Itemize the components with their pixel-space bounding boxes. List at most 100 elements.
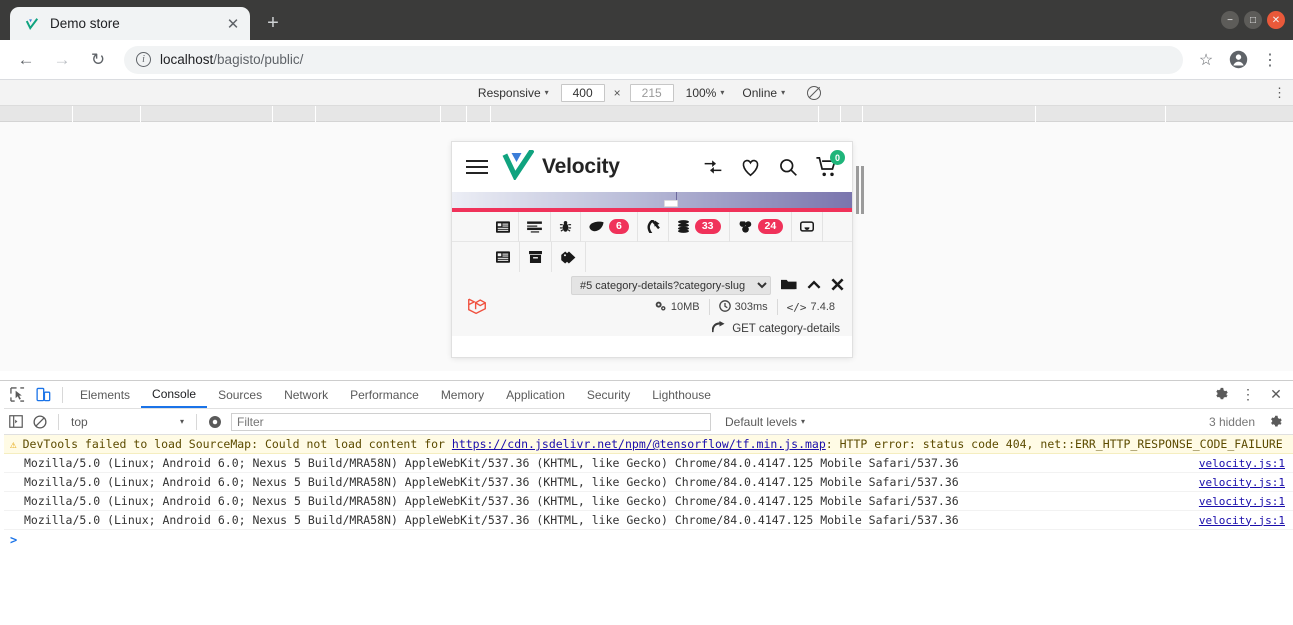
zoom-select[interactable]: 100% ▾ [680, 86, 731, 100]
clear-console-icon[interactable] [28, 411, 52, 433]
reload-button[interactable]: ↻ [83, 45, 113, 75]
console-log-levels-select[interactable]: Default levels ▾ [725, 415, 805, 429]
device-preset-select[interactable]: Responsive ▾ [472, 86, 555, 100]
profile-avatar-icon[interactable] [1223, 45, 1253, 75]
window-close-button[interactable]: ✕ [1267, 11, 1285, 29]
tab-performance[interactable]: Performance [339, 381, 430, 408]
tab-security[interactable]: Security [576, 381, 641, 408]
debugbar-request-select[interactable]: #5 category-details?category-slug [571, 276, 771, 295]
device-preset-label: Responsive [477, 85, 541, 100]
window-maximize-button[interactable]: □ [1244, 11, 1262, 29]
tab-elements[interactable]: Elements [69, 381, 141, 408]
chevron-up-icon[interactable] [807, 278, 821, 293]
console-messages: ⚠ DevTools failed to load SourceMap: Cou… [0, 435, 1293, 550]
debugbar-grip[interactable] [664, 200, 678, 207]
no-throttling-icon[interactable] [807, 85, 822, 100]
site-logo[interactable]: Velocity [502, 147, 620, 185]
toggle-device-toolbar-icon[interactable] [30, 383, 56, 407]
tab-lighthouse[interactable]: Lighthouse [641, 381, 722, 408]
debugbar-stat-time[interactable]: 303ms [710, 299, 778, 315]
device-emulation-toolbar: Responsive ▾ 400 × 215 100% ▾ Online ▾ ⋮ [0, 80, 1293, 106]
device-toolbar-menu-icon[interactable]: ⋮ [1273, 86, 1286, 99]
hamburger-menu-icon[interactable] [466, 159, 488, 175]
debugbar-tab-queries[interactable]: 33 [669, 211, 730, 242]
timeline-icon [527, 220, 542, 233]
device-stage: Velocity 0 6 33 24 #5 category-details?c… [0, 106, 1293, 371]
tab-close-button[interactable]: ✕ [224, 15, 242, 33]
console-message-log[interactable]: Mozilla/5.0 (Linux; Android 6.0; Nexus 5… [0, 492, 1293, 511]
execution-context-select[interactable]: top ▾ [65, 415, 190, 429]
log-text: Mozilla/5.0 (Linux; Android 6.0; Nexus 5… [24, 513, 959, 527]
window-controls: − □ ✕ [1221, 11, 1285, 29]
folder-open-icon[interactable] [781, 278, 797, 294]
sourcemap-url-link[interactable]: https://cdn.jsdelivr.net/npm/@tensorflow… [452, 437, 826, 451]
tab-console[interactable]: Console [141, 381, 208, 408]
browser-toolbar: ← → ↻ i localhost/bagisto/public/ ☆ ⋮ [0, 40, 1293, 80]
console-message-log[interactable]: Mozilla/5.0 (Linux; Android 6.0; Nexus 5… [0, 454, 1293, 473]
console-prompt[interactable]: > [0, 530, 1293, 550]
cart-count-badge: 0 [830, 150, 845, 165]
log-source-link[interactable]: velocity.js:1 [1199, 514, 1285, 527]
tab-sources[interactable]: Sources [207, 381, 273, 408]
viewport-scrollbar[interactable] [856, 166, 865, 214]
debugbar-tab-messages[interactable] [452, 211, 519, 242]
debugbar-tab-views[interactable]: 6 [581, 211, 638, 242]
browser-menu-icon[interactable]: ⋮ [1255, 45, 1285, 75]
address-bar[interactable]: i localhost/bagisto/public/ [124, 45, 1183, 74]
forward-button[interactable]: → [47, 45, 77, 75]
console-message-log[interactable]: Mozilla/5.0 (Linux; Android 6.0; Nexus 5… [0, 511, 1293, 530]
debugbar-drag-handle[interactable] [452, 192, 852, 208]
devtools-tabbar: Elements Console Sources Network Perform… [0, 381, 1293, 409]
chevron-down-icon: ▾ [781, 88, 786, 97]
window-minimize-button[interactable]: − [1221, 11, 1239, 29]
site-info-icon[interactable]: i [136, 52, 151, 67]
route-arrow-icon [711, 321, 726, 336]
debugbar-tab-mail[interactable] [792, 211, 824, 242]
back-button[interactable]: ← [11, 45, 41, 75]
tab-network[interactable]: Network [273, 381, 339, 408]
console-message-log[interactable]: Mozilla/5.0 (Linux; Android 6.0; Nexus 5… [0, 473, 1293, 492]
debugbar-tab-session[interactable] [552, 242, 586, 272]
debugbar-tab-gate[interactable] [452, 242, 520, 272]
console-sidebar-icon[interactable] [4, 411, 28, 433]
route-arrow-icon [646, 220, 660, 233]
log-source-link[interactable]: velocity.js:1 [1199, 457, 1285, 470]
viewport-width-input[interactable]: 400 [560, 83, 605, 102]
console-settings-gear-icon[interactable] [1263, 411, 1287, 433]
heart-icon[interactable] [740, 158, 761, 177]
console-message-warning[interactable]: ⚠ DevTools failed to load SourceMap: Cou… [0, 435, 1293, 454]
url-path: /bagisto/public/ [213, 52, 304, 67]
viewport-height-input[interactable]: 215 [629, 83, 674, 102]
debugbar-tab-models[interactable]: 24 [730, 211, 793, 242]
debugbar-tab-timeline[interactable] [519, 211, 551, 242]
magnifier-icon[interactable] [778, 157, 798, 177]
debugbar-tab-cache[interactable] [520, 242, 552, 272]
new-tab-button[interactable]: + [258, 8, 288, 38]
debugbar-stat-php[interactable]: </> 7.4.8 [778, 299, 844, 315]
compare-arrows-icon[interactable] [703, 158, 723, 176]
browser-tab[interactable]: Demo store ✕ [10, 7, 250, 40]
gear-icon[interactable] [1207, 383, 1233, 407]
warning-triangle-icon: ⚠ [10, 437, 17, 451]
tab-application[interactable]: Application [495, 381, 576, 408]
network-throttle-select[interactable]: Online ▾ [736, 86, 791, 100]
tab-memory[interactable]: Memory [430, 381, 495, 408]
inspect-element-icon[interactable] [4, 383, 30, 407]
execution-context-label: top [71, 414, 88, 429]
log-text: Mozilla/5.0 (Linux; Android 6.0; Nexus 5… [24, 475, 959, 489]
laravel-debugbar: 6 33 24 #5 category-details?category-slu… [452, 211, 852, 336]
bookmark-star-icon[interactable]: ☆ [1191, 45, 1221, 75]
close-devtools-icon[interactable]: ✕ [1263, 383, 1289, 407]
console-filter-input[interactable] [231, 412, 711, 431]
log-source-link[interactable]: velocity.js:1 [1199, 495, 1285, 508]
shopping-cart-icon[interactable]: 0 [815, 150, 845, 178]
kebab-menu-icon[interactable]: ⋮ [1235, 383, 1261, 407]
live-expression-eye-icon[interactable] [203, 411, 227, 433]
warning-text-post: : HTTP error: status code 404, net::ERR_… [825, 437, 1283, 451]
debugbar-tab-exceptions[interactable] [551, 211, 581, 242]
log-source-link[interactable]: velocity.js:1 [1199, 476, 1285, 489]
close-x-icon[interactable] [831, 277, 844, 294]
debugbar-tab-route[interactable] [638, 211, 669, 242]
debugbar-stat-memory[interactable]: 10MB [645, 299, 710, 315]
chevron-down-icon: ▾ [179, 417, 184, 426]
